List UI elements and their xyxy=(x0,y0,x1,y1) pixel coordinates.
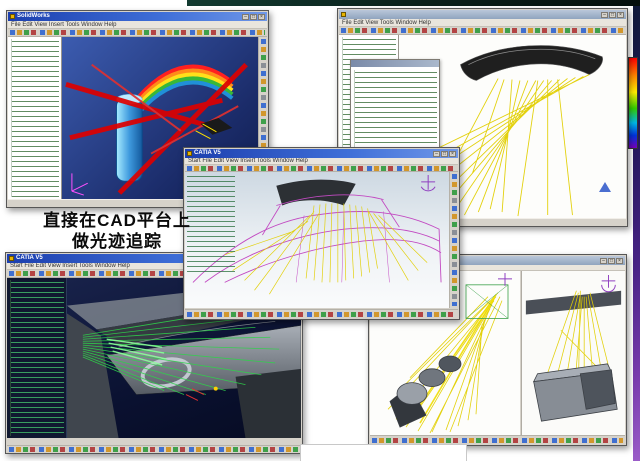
reflector-blade xyxy=(460,46,602,81)
close-icon[interactable]: × xyxy=(258,14,265,20)
toolbar-icons[interactable] xyxy=(10,30,265,35)
target-block xyxy=(534,364,618,421)
side-toolbar-icons[interactable] xyxy=(452,174,457,306)
axis-compass-icon xyxy=(421,175,435,191)
axis-compass-icon xyxy=(602,275,616,292)
viewport-3d[interactable] xyxy=(185,172,449,308)
bottom-panel xyxy=(300,444,467,461)
toolbar-icons[interactable] xyxy=(187,166,456,171)
top-edge-bar xyxy=(187,0,640,6)
feature-tree-rows xyxy=(11,39,59,197)
raytrace-scene-right xyxy=(522,271,625,435)
minimize-icon[interactable]: – xyxy=(433,151,440,157)
bottom-toolbar-icons[interactable] xyxy=(9,447,299,452)
app-icon xyxy=(9,256,14,261)
spec-tree-rows xyxy=(10,280,64,436)
maximize-icon[interactable]: □ xyxy=(250,14,257,20)
spec-tree-panel[interactable] xyxy=(7,278,67,438)
detector-object xyxy=(196,118,233,139)
toolbar xyxy=(185,165,458,172)
close-icon[interactable]: × xyxy=(449,151,456,157)
bottom-toolbar-icons[interactable] xyxy=(187,312,456,317)
axis-triad-icon xyxy=(72,173,88,195)
window-title: SolidWorks xyxy=(17,12,240,21)
side-toolbar xyxy=(449,172,458,308)
bottom-toolbar xyxy=(185,309,458,318)
toolbar-icons[interactable] xyxy=(341,28,624,33)
maximize-icon[interactable]: □ xyxy=(609,12,616,18)
app-icon xyxy=(10,14,15,19)
caption-line2: 做光迹追踪 xyxy=(26,231,208,252)
toolbar xyxy=(339,27,626,35)
window-controls: – □ × xyxy=(242,14,265,20)
toolbar xyxy=(8,29,267,37)
minimize-icon[interactable]: – xyxy=(601,12,608,18)
slide: SolidWorks – □ × File Edit View Insert T… xyxy=(0,0,640,461)
lens-assembly xyxy=(390,356,461,427)
axis-compass-icon xyxy=(599,182,611,192)
spectrum-bar xyxy=(628,57,638,149)
minimize-icon[interactable]: – xyxy=(600,258,607,264)
windshield-band xyxy=(276,180,355,206)
bottom-toolbar xyxy=(7,445,301,452)
window-controls: – □ × xyxy=(433,151,456,157)
caption: 直接在CAD平台上 做光迹追踪 xyxy=(26,210,208,252)
bottom-toolbar-icons[interactable] xyxy=(372,438,623,443)
window-controls: – □ × xyxy=(600,258,623,264)
viewport-right[interactable] xyxy=(521,271,625,435)
dialog-titlebar[interactable] xyxy=(351,60,439,67)
close-icon[interactable]: × xyxy=(616,258,623,264)
menu-bar[interactable]: Start File Edit View Insert Tools Window… xyxy=(185,158,458,165)
menu-bar[interactable]: File Edit View Insert Tools Window Help xyxy=(8,21,267,29)
minimize-icon[interactable]: – xyxy=(242,14,249,20)
window-cad-catia-car: CATIA V5 – □ × Start File Edit View Inse… xyxy=(183,147,460,320)
titlebar[interactable]: SolidWorks – □ × xyxy=(8,12,267,21)
close-icon[interactable]: × xyxy=(617,12,624,18)
maximize-icon[interactable]: □ xyxy=(441,151,448,157)
app-icon xyxy=(187,151,192,156)
axis-compass-icon xyxy=(498,273,512,286)
titlebar[interactable]: CATIA V5 – □ × xyxy=(185,149,458,158)
app-icon xyxy=(341,12,346,17)
window-title: CATIA V5 xyxy=(194,149,431,158)
window-controls: – □ × xyxy=(601,12,624,18)
bottom-toolbar xyxy=(370,435,625,444)
yellow-ray-bundle xyxy=(225,204,427,295)
menu-bar[interactable]: File Edit View Tools Window Help xyxy=(339,19,626,27)
feature-tree-panel[interactable] xyxy=(8,37,62,199)
titlebar[interactable]: – □ × xyxy=(339,10,626,19)
caption-line1: 直接在CAD平台上 xyxy=(26,210,208,231)
maximize-icon[interactable]: □ xyxy=(608,258,615,264)
